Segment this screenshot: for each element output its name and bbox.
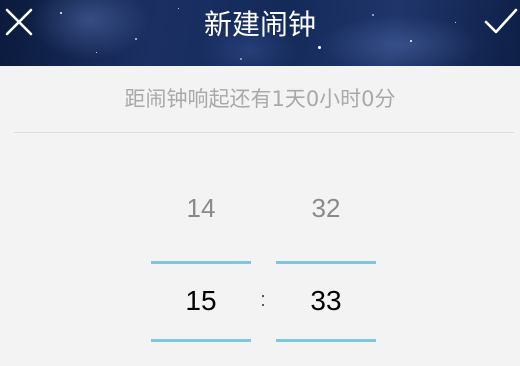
- check-icon: [484, 8, 518, 34]
- hour-selection-line-top: [151, 261, 251, 264]
- star-decoration: [240, 58, 242, 60]
- hour-selection-line-bottom: [151, 339, 251, 342]
- page-title: 新建闹钟: [203, 8, 316, 41]
- minute-selection-line-bottom: [276, 339, 376, 342]
- time-separator: :: [260, 289, 266, 311]
- hour-option-previous[interactable]: 14: [151, 193, 251, 224]
- countdown-text: 距闹钟响起还有1天0小时0分: [124, 87, 396, 111]
- header-bar: 新建闹钟: [0, 0, 520, 66]
- hour-selected-value[interactable]: 15: [151, 285, 251, 317]
- minute-selected-value[interactable]: 33: [276, 285, 376, 317]
- star-decoration: [96, 52, 97, 53]
- minute-option-previous[interactable]: 32: [276, 193, 376, 224]
- minute-selection-line-top: [276, 261, 376, 264]
- confirm-button[interactable]: [480, 0, 520, 46]
- divider: [14, 132, 514, 133]
